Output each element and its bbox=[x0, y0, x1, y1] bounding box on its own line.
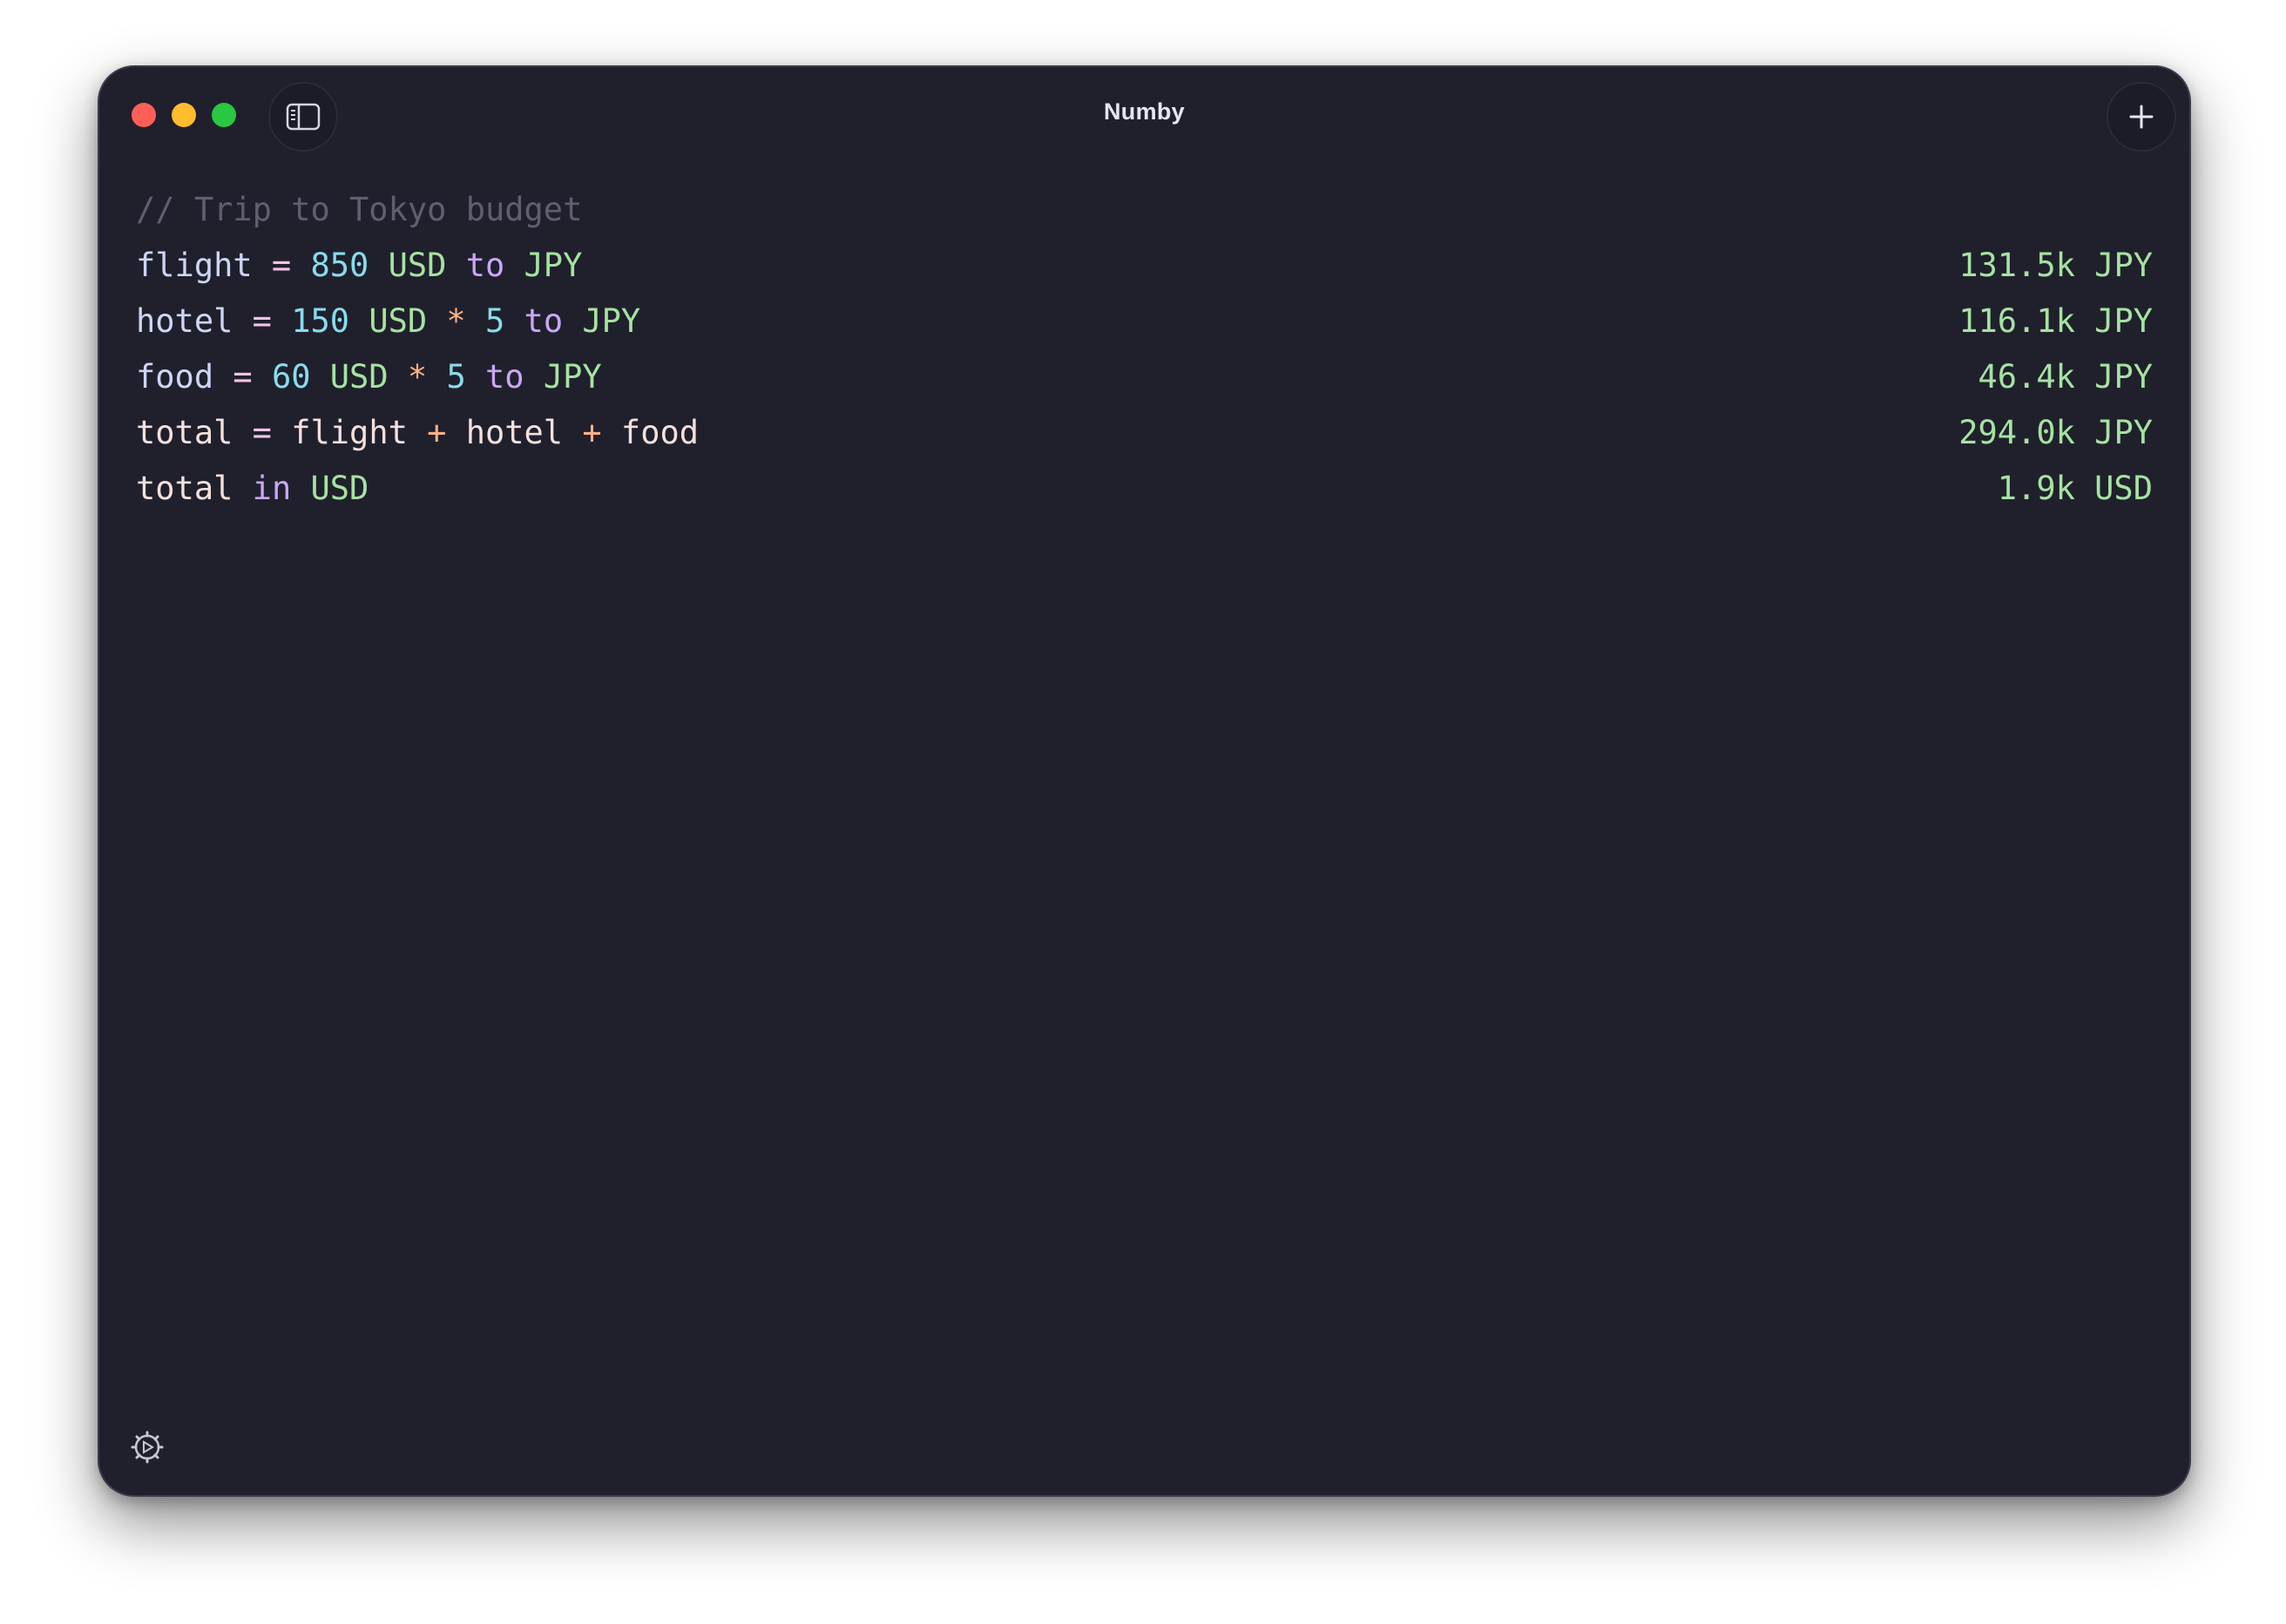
expression-token: in bbox=[233, 470, 292, 507]
expression-token: USD bbox=[310, 358, 389, 396]
expression-line[interactable]: total = flight + hotel + food 294.0k JPY bbox=[136, 405, 2153, 461]
expression-token: food bbox=[620, 414, 700, 451]
expression-token: + bbox=[407, 414, 466, 451]
title-bar: Numby bbox=[99, 67, 2189, 158]
expression-text: hotel = 150 USD * 5 to JPY bbox=[136, 302, 640, 340]
result-value: 131.5k JPY bbox=[1958, 247, 2153, 284]
result-value: 1.9k USD bbox=[1997, 470, 2153, 507]
expression-token: USD bbox=[369, 247, 447, 284]
window-title: Numby bbox=[1103, 98, 1185, 125]
result-value: 116.1k JPY bbox=[1958, 302, 2153, 340]
expression-token: food bbox=[136, 358, 214, 396]
expression-token: flight bbox=[136, 247, 253, 284]
expression-token: * bbox=[427, 302, 485, 340]
expression-token: total bbox=[136, 414, 233, 451]
expression-token: + bbox=[563, 414, 621, 451]
result-value: 46.4k JPY bbox=[1978, 358, 2153, 396]
expression-token: to bbox=[446, 247, 505, 284]
expression-line[interactable]: food = 60 USD * 5 to JPY 46.4k JPY bbox=[136, 349, 2153, 405]
gear-icon bbox=[131, 1431, 164, 1464]
expression-token: total bbox=[136, 470, 233, 507]
expression-token: = bbox=[252, 247, 311, 284]
expression-token: 5 bbox=[484, 302, 505, 340]
expression-token: 150 bbox=[291, 302, 350, 340]
expression-line[interactable]: total in USD 1.9k USD bbox=[136, 461, 2153, 517]
expression-token: hotel bbox=[136, 302, 233, 340]
result-value: 294.0k JPY bbox=[1958, 414, 2153, 451]
expression-token: 60 bbox=[271, 358, 311, 396]
expression-line[interactable]: flight = 850 USD to JPY 131.5k JPY bbox=[136, 238, 2153, 294]
app-window: Numby // Trip to Tokyo budget flight = 8… bbox=[98, 65, 2191, 1497]
expression-text: food = 60 USD * 5 to JPY bbox=[136, 358, 602, 396]
expression-token: 5 bbox=[446, 358, 466, 396]
expression-text: total in USD bbox=[136, 470, 369, 507]
expression-token: = bbox=[233, 302, 292, 340]
expression-token: USD bbox=[291, 470, 369, 507]
settings-button[interactable] bbox=[129, 1429, 166, 1465]
expression-token: JPY bbox=[504, 247, 583, 284]
expression-token: = bbox=[213, 358, 272, 396]
expression-text: total = flight + hotel + food bbox=[136, 414, 699, 451]
comment-line: // Trip to Tokyo budget bbox=[136, 191, 583, 228]
expression-token: to bbox=[465, 358, 524, 396]
calculator-editor[interactable]: // Trip to Tokyo budget flight = 850 USD… bbox=[136, 191, 2153, 517]
expression-token: hotel bbox=[465, 414, 564, 451]
plus-icon bbox=[2129, 105, 2154, 129]
expression-token: = bbox=[233, 414, 292, 451]
expression-token: * bbox=[388, 358, 447, 396]
expression-token: JPY bbox=[524, 358, 602, 396]
expression-token: USD bbox=[349, 302, 428, 340]
expression-token: to bbox=[504, 302, 564, 340]
expression-text: flight = 850 USD to JPY bbox=[136, 247, 582, 284]
expression-line[interactable]: hotel = 150 USD * 5 to JPY 116.1k JPY bbox=[136, 294, 2153, 349]
expression-token: flight bbox=[291, 414, 408, 451]
expression-token: 850 bbox=[310, 247, 369, 284]
new-tab-button[interactable] bbox=[2107, 82, 2176, 152]
expression-token: JPY bbox=[563, 302, 641, 340]
